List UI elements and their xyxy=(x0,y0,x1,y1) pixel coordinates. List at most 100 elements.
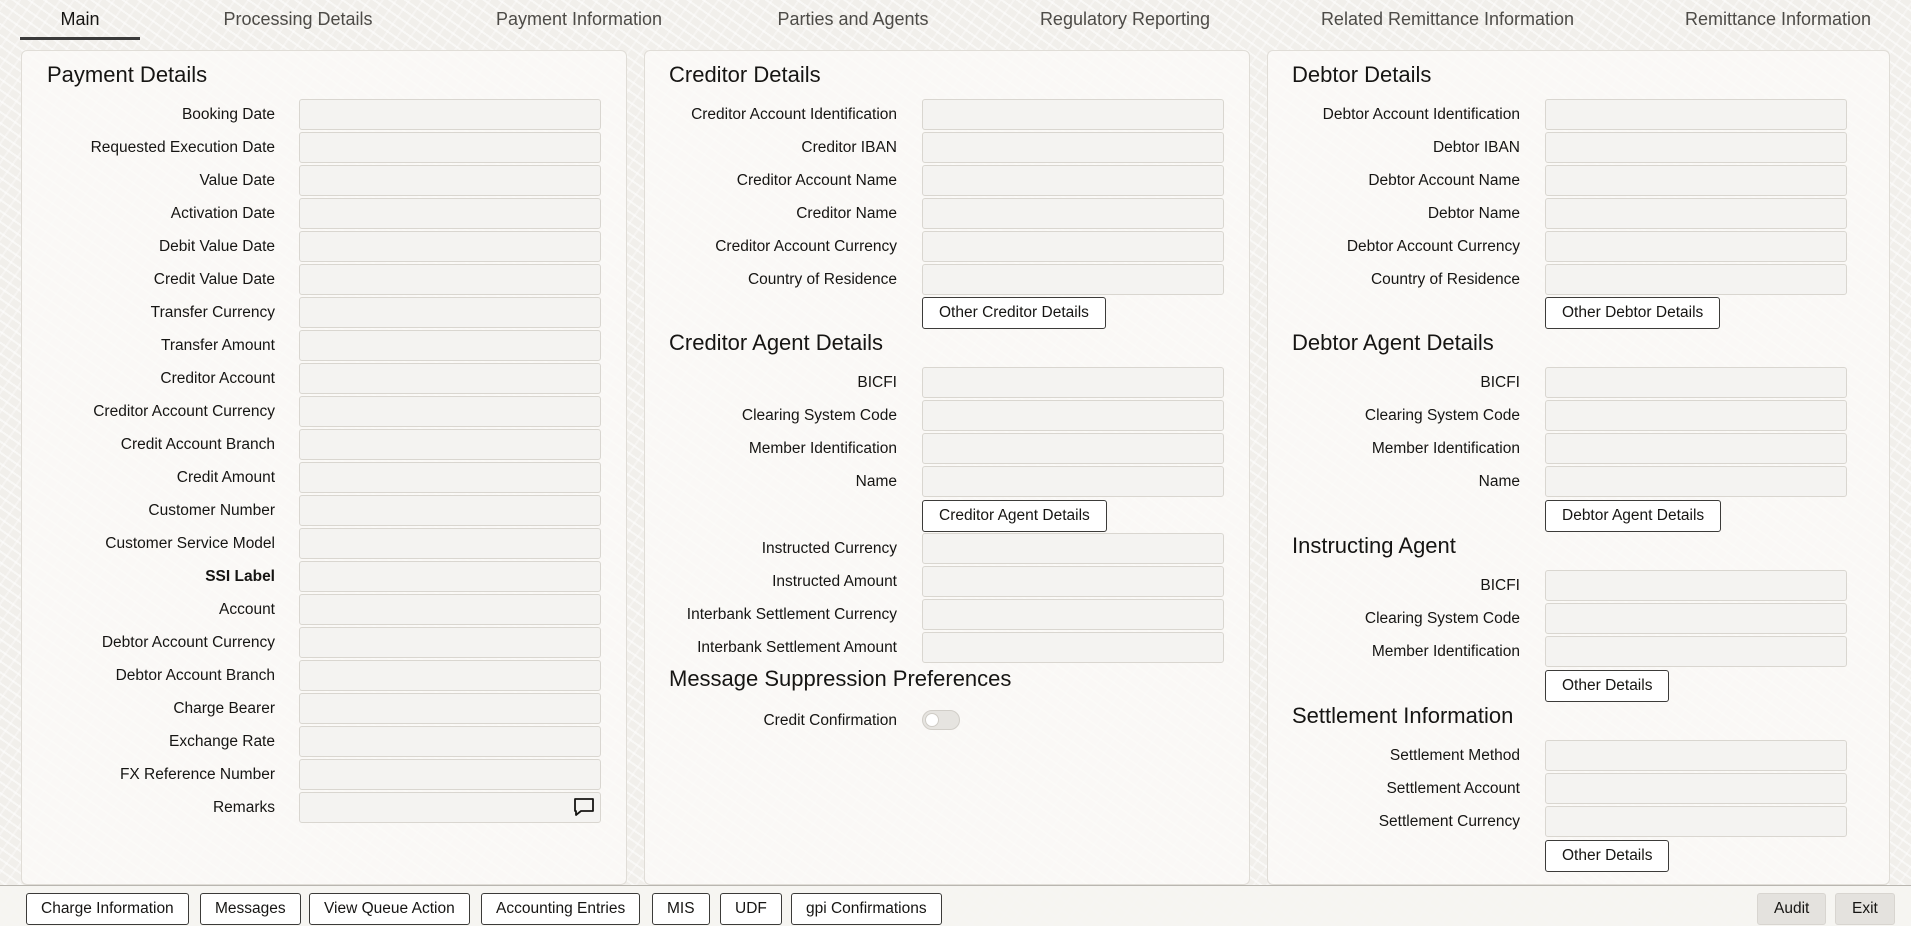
debtor-agent-details-button[interactable]: Debtor Agent Details xyxy=(1545,500,1722,532)
customer-number-input[interactable] xyxy=(299,495,601,526)
fx-reference-number-input[interactable] xyxy=(299,759,601,790)
creditor-name-input[interactable] xyxy=(922,198,1224,229)
field-label: Member Identification xyxy=(1371,643,1520,660)
creditor-account-currency-input[interactable] xyxy=(922,231,1224,262)
booking-date-input[interactable] xyxy=(299,99,601,130)
requested-execution-date-input[interactable] xyxy=(299,132,601,163)
view-queue-action-button[interactable]: View Queue Action xyxy=(309,893,470,925)
credit-value-date-input[interactable] xyxy=(299,264,601,295)
field-label: Name xyxy=(1478,473,1520,490)
creditor-agent-member-identification-input[interactable] xyxy=(922,433,1224,464)
other-debtor-details-button[interactable]: Other Debtor Details xyxy=(1545,297,1721,329)
payment-details-title: Payment Details xyxy=(47,62,208,87)
settlement-method-input[interactable] xyxy=(1545,740,1847,771)
instructed-amount-input[interactable] xyxy=(922,566,1224,597)
tab-parties-and-agents[interactable]: Parties and Agents xyxy=(748,0,958,40)
exchange-rate-input[interactable] xyxy=(299,726,601,757)
debtor-name-input[interactable] xyxy=(1545,198,1847,229)
debtor-account-branch-input[interactable] xyxy=(299,660,601,691)
field-label: Member Identification xyxy=(1371,440,1520,457)
transfer-currency-input[interactable] xyxy=(299,297,601,328)
charge-information-button[interactable]: Charge Information xyxy=(26,893,189,925)
remarks-input[interactable] xyxy=(299,792,601,823)
tab-related-remittance-information[interactable]: Related Remittance Information xyxy=(1290,0,1605,40)
instructing-agent-bicfi-input[interactable] xyxy=(1545,570,1847,601)
instructed-currency-input[interactable] xyxy=(922,533,1224,564)
settlement-other-details-button[interactable]: Other Details xyxy=(1545,840,1670,872)
creditor-agent-name-input[interactable] xyxy=(922,466,1224,497)
field-label: SSI Label xyxy=(205,568,275,585)
tab-processing-details[interactable]: Processing Details xyxy=(198,0,398,40)
message-suppression-title: Message Suppression Preferences xyxy=(669,666,1012,691)
instructing-agent-other-details-button[interactable]: Other Details xyxy=(1545,670,1670,702)
value-date-input[interactable] xyxy=(299,165,601,196)
exit-button[interactable]: Exit xyxy=(1835,893,1895,925)
creditor-country-of-residence-input[interactable] xyxy=(922,264,1224,295)
debtor-account-currency-input[interactable] xyxy=(299,627,601,658)
field-label: Credit Amount xyxy=(176,469,275,486)
field-label: Requested Execution Date xyxy=(90,139,275,156)
field-label: Country of Residence xyxy=(1370,271,1520,288)
debtor-account-currency-input[interactable] xyxy=(1545,231,1847,262)
field-label: Instructed Amount xyxy=(772,573,897,590)
debtor-account-identification-input[interactable] xyxy=(1545,99,1847,130)
tab-remittance-information[interactable]: Remittance Information xyxy=(1658,0,1898,40)
debtor-country-of-residence-input[interactable] xyxy=(1545,264,1847,295)
debit-value-date-input[interactable] xyxy=(299,231,601,262)
settlement-currency-input[interactable] xyxy=(1545,806,1847,837)
tab-bar: Main Processing Details Payment Informat… xyxy=(20,0,1891,42)
other-creditor-details-button[interactable]: Other Creditor Details xyxy=(922,297,1106,329)
instructing-agent-member-identification-input[interactable] xyxy=(1545,636,1847,667)
creditor-iban-input[interactable] xyxy=(922,132,1224,163)
debtor-agent-bicfi-input[interactable] xyxy=(1545,367,1847,398)
debtor-agent-member-identification-input[interactable] xyxy=(1545,433,1847,464)
field-label: Account xyxy=(218,601,275,618)
creditor-panel: Creditor Details Creditor Account Identi… xyxy=(644,50,1250,885)
debtor-account-name-input[interactable] xyxy=(1545,165,1847,196)
creditor-account-currency-input[interactable] xyxy=(299,396,601,427)
field-label: BICFI xyxy=(1480,577,1520,594)
settlement-information-title: Settlement Information xyxy=(1292,703,1514,728)
mis-button[interactable]: MIS xyxy=(652,893,710,925)
debtor-agent-name-input[interactable] xyxy=(1545,466,1847,497)
debtor-iban-input[interactable] xyxy=(1545,132,1847,163)
gpi-confirmations-button[interactable]: gpi Confirmations xyxy=(791,893,942,925)
field-label: Settlement Account xyxy=(1386,780,1520,797)
credit-confirmation-toggle[interactable] xyxy=(922,710,960,730)
accounting-entries-button[interactable]: Accounting Entries xyxy=(481,893,641,925)
debtor-agent-clearing-system-code-input[interactable] xyxy=(1545,400,1847,431)
creditor-agent-clearing-system-code-input[interactable] xyxy=(922,400,1224,431)
tab-regulatory-reporting[interactable]: Regulatory Reporting xyxy=(1010,0,1240,40)
instructing-agent-clearing-system-code-input[interactable] xyxy=(1545,603,1847,634)
interbank-settlement-currency-input[interactable] xyxy=(922,599,1224,630)
account-input[interactable] xyxy=(299,594,601,625)
field-label: BICFI xyxy=(857,374,897,391)
credit-account-branch-input[interactable] xyxy=(299,429,601,460)
creditor-account-identification-input[interactable] xyxy=(922,99,1224,130)
creditor-agent-bicfi-input[interactable] xyxy=(922,367,1224,398)
creditor-account-input[interactable] xyxy=(299,363,601,394)
creditor-agent-details-button[interactable]: Creditor Agent Details xyxy=(922,500,1107,532)
field-label: Creditor Account Currency xyxy=(715,238,897,255)
interbank-settlement-amount-input[interactable] xyxy=(922,632,1224,663)
creditor-account-name-input[interactable] xyxy=(922,165,1224,196)
activation-date-input[interactable] xyxy=(299,198,601,229)
tab-main[interactable]: Main xyxy=(20,0,140,40)
field-label: Clearing System Code xyxy=(1364,610,1520,627)
charge-bearer-input[interactable] xyxy=(299,693,601,724)
customer-service-model-input[interactable] xyxy=(299,528,601,559)
tab-payment-information[interactable]: Payment Information xyxy=(464,0,694,40)
field-label: Transfer Amount xyxy=(160,337,275,354)
field-label: BICFI xyxy=(1480,374,1520,391)
credit-amount-input[interactable] xyxy=(299,462,601,493)
settlement-account-input[interactable] xyxy=(1545,773,1847,804)
field-label: Debtor Account Currency xyxy=(101,634,275,651)
field-label: Credit Confirmation xyxy=(763,712,897,729)
messages-button[interactable]: Messages xyxy=(200,893,301,925)
audit-button[interactable]: Audit xyxy=(1757,893,1827,925)
udf-button[interactable]: UDF xyxy=(720,893,782,925)
comment-icon[interactable] xyxy=(573,796,595,818)
ssi-label-input[interactable] xyxy=(299,561,601,592)
instructing-agent-title: Instructing Agent xyxy=(1292,533,1456,558)
transfer-amount-input[interactable] xyxy=(299,330,601,361)
